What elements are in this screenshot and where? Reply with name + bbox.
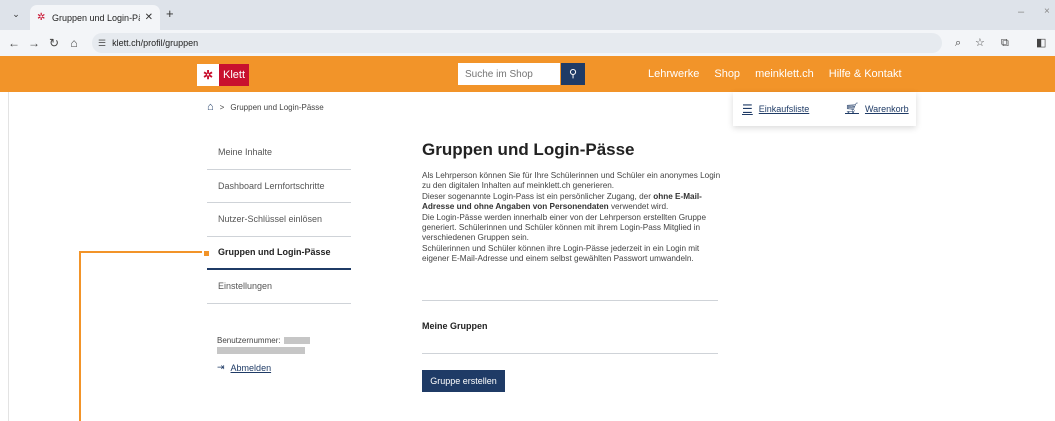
klett-logo-mark-icon: ✲	[197, 64, 219, 86]
page-title: Gruppen und Login-Pässe	[422, 140, 635, 159]
search-icon: ⚲	[568, 68, 578, 80]
cart-link[interactable]: 🛒︎ Warenkorb	[845, 102, 909, 115]
callout-line	[79, 251, 202, 253]
sidebar-item-nutzer-schluessel[interactable]: Nutzer-Schlüssel einlösen	[207, 203, 351, 237]
page-left-border	[8, 92, 9, 421]
breadcrumb-current: Gruppen und Login-Pässe	[230, 102, 324, 112]
klett-logo[interactable]: ✲ Klett	[197, 64, 250, 86]
user-number-label: Benutzernummer:	[217, 336, 281, 345]
shopping-list-link[interactable]: ☰ Einkaufsliste	[742, 102, 809, 116]
address-bar[interactable]: ☰ klett.ch/profil/gruppen	[92, 33, 942, 53]
browser-tabstrip: ⌄ ✲ Gruppen und Login-Pässe - Kle ✕ + – …	[0, 0, 1055, 30]
sidebar-item-label: Meine Inhalte	[218, 147, 273, 158]
new-tab-button[interactable]: +	[166, 6, 174, 21]
redacted-user-email	[217, 347, 305, 354]
sidebar-item-gruppen[interactable]: Gruppen und Login-Pässe	[204, 237, 351, 270]
sidebar-item-dashboard[interactable]: Dashboard Lernfortschritte	[207, 170, 351, 203]
description-paragraph: Dieser sogenannte Login-Pass ist ein per…	[422, 192, 727, 213]
close-window-icon[interactable]: ×	[1044, 6, 1050, 17]
divider	[422, 300, 718, 301]
nav-lehrwerke[interactable]: Lehrwerke	[648, 68, 699, 80]
top-navigation: Lehrwerke Shop meinklett.ch Hilfe & Kont…	[648, 68, 917, 80]
browser-tab[interactable]: ✲ Gruppen und Login-Pässe - Kle ✕	[30, 5, 160, 30]
klett-logo-wordmark: Klett	[219, 64, 250, 86]
back-arrow-icon[interactable]: ←	[4, 36, 24, 50]
breadcrumb: ⌂ > Gruppen und Login-Pässe	[207, 101, 324, 113]
logout-label: Abmelden	[230, 362, 272, 373]
description-text: verwendet wird.	[608, 202, 669, 212]
sidebar-item-label: Nutzer-Schlüssel einlösen	[218, 214, 323, 225]
page-description: Als Lehrperson können Sie für Ihre Schül…	[422, 171, 727, 265]
cart-label: Warenkorb	[864, 103, 909, 114]
logout-link[interactable]: ⇥ Abmelden	[217, 362, 271, 373]
description-paragraph: Die Login-Pässe werden innerhalb einer v…	[422, 212, 707, 243]
nav-shop[interactable]: Shop	[714, 68, 740, 80]
sidebar-item-meine-inhalte[interactable]: Meine Inhalte	[207, 136, 351, 170]
my-groups-heading: Meine Gruppen	[422, 321, 488, 331]
sidebar-item-label: Gruppen und Login-Pässe	[218, 247, 331, 258]
cart-icon: 🛒︎	[845, 103, 859, 115]
url-text: klett.ch/profil/gruppen	[112, 38, 199, 48]
list-icon: ☰	[742, 102, 753, 116]
user-number: Benutzernummer:	[217, 336, 310, 345]
breadcrumb-separator: >	[219, 102, 225, 112]
nav-hilfe-kontakt[interactable]: Hilfe & Kontakt	[829, 68, 902, 80]
shop-links-box: ☰ Einkaufsliste 🛒︎ Warenkorb	[733, 92, 916, 126]
forward-arrow-icon[interactable]: →	[24, 36, 44, 50]
bookmark-star-icon[interactable]: ☆	[975, 30, 985, 56]
sidebar-item-label: Dashboard Lernfortschritte	[218, 180, 325, 191]
active-marker	[204, 250, 209, 256]
close-tab-icon[interactable]: ✕	[145, 12, 153, 23]
reload-icon[interactable]: ↻	[44, 36, 64, 50]
sidebar-item-label: Einstellungen	[218, 281, 273, 292]
minimize-window-icon[interactable]: –	[1018, 6, 1024, 18]
description-paragraph: Als Lehrperson können Sie für Ihre Schül…	[422, 171, 721, 191]
profile-sidebar: Meine Inhalte Dashboard Lernfortschritte…	[204, 136, 351, 304]
site-settings-icon[interactable]: ☰	[98, 38, 106, 49]
callout-line-vertical	[79, 251, 81, 421]
home-icon[interactable]: ⌂	[207, 101, 214, 113]
description-text: Dieser sogenannte Login-Pass ist ein per…	[422, 191, 654, 201]
sidebar-item-einstellungen[interactable]: Einstellungen	[207, 270, 351, 304]
redacted-user-number	[283, 337, 310, 344]
home-button-icon[interactable]: ⌂	[64, 36, 84, 50]
search-button[interactable]: ⚲	[561, 63, 585, 85]
sidepanel-icon[interactable]: ◧	[1036, 30, 1046, 56]
extensions-icon[interactable]: ⧉	[1001, 30, 1009, 56]
divider	[422, 353, 718, 354]
tab-search-chevron-icon[interactable]: ⌄	[8, 6, 24, 22]
shopping-list-label: Einkaufsliste	[758, 104, 810, 114]
tab-title: Gruppen und Login-Pässe - Kle	[52, 12, 140, 23]
shop-search-input[interactable]	[458, 63, 560, 85]
description-paragraph: Schülerinnen und Schüler können ihre Log…	[422, 243, 700, 264]
nav-meinklett[interactable]: meinklett.ch	[755, 68, 814, 80]
klett-favicon-icon: ✲	[37, 12, 46, 23]
zoom-icon[interactable]: ⌕	[955, 30, 961, 56]
create-group-button[interactable]: Gruppe erstellen	[422, 370, 505, 392]
logout-icon: ⇥	[217, 362, 225, 372]
